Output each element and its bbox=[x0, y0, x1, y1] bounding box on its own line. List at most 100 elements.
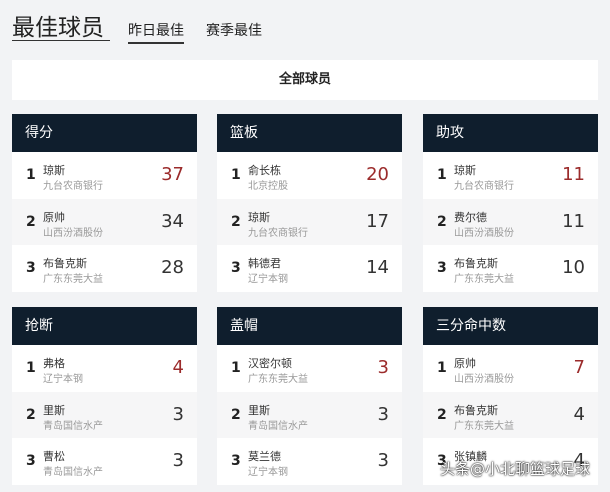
rank: 3 bbox=[231, 453, 241, 470]
rank: 2 bbox=[437, 406, 447, 423]
rank: 1 bbox=[26, 167, 36, 183]
tab-yesterday-best[interactable]: 昨日最佳 bbox=[128, 20, 184, 44]
tab-season-best[interactable]: 赛季最佳 bbox=[206, 20, 262, 40]
card-title: 盖帽 bbox=[217, 307, 402, 345]
team-name: 青岛国信水产 bbox=[43, 467, 103, 479]
player-row[interactable]: 2 里斯 青岛国信水产 3 bbox=[217, 391, 402, 439]
rank: 3 bbox=[26, 260, 36, 277]
stat-value: 4 bbox=[573, 403, 585, 425]
player-row[interactable]: 2 里斯 青岛国信水产 3 bbox=[12, 391, 197, 439]
stat-value: 10 bbox=[562, 257, 585, 279]
team-name: 山西汾酒股份 bbox=[454, 374, 514, 385]
card-title: 助攻 bbox=[423, 114, 598, 152]
player-name[interactable]: 韩德君 bbox=[248, 255, 281, 271]
rank: 1 bbox=[26, 360, 36, 376]
title-underline bbox=[12, 40, 110, 41]
player-name[interactable]: 琼斯 bbox=[248, 209, 270, 225]
card-title: 篮板 bbox=[217, 114, 402, 152]
player-name[interactable]: 琼斯 bbox=[454, 162, 476, 178]
team-name: 辽宁本钢 bbox=[248, 274, 288, 286]
leader-card-assists: 助攻 1 琼斯 九台农商银行 11 2 费尔德 山西汾酒股份 11 3 布鲁克斯… bbox=[423, 114, 598, 293]
player-row[interactable]: 1 汉密尔顿 广东东莞大益 3 bbox=[217, 345, 402, 392]
stat-value: 28 bbox=[161, 257, 184, 279]
card-title: 得分 bbox=[12, 114, 197, 152]
stat-value: 4 bbox=[172, 357, 184, 378]
player-row[interactable]: 1 俞长栋 北京控股 20 bbox=[217, 152, 402, 199]
stat-value: 3 bbox=[377, 357, 389, 378]
team-name: 山西汾酒股份 bbox=[454, 227, 514, 239]
stat-value: 3 bbox=[172, 450, 184, 472]
player-name[interactable]: 里斯 bbox=[248, 402, 270, 418]
player-name[interactable]: 俞长栋 bbox=[248, 162, 281, 178]
stat-value: 3 bbox=[172, 403, 184, 425]
page-title: 最佳球员 bbox=[12, 15, 104, 41]
rank: 1 bbox=[231, 167, 241, 183]
rank: 1 bbox=[231, 360, 241, 376]
team-name: 青岛国信水产 bbox=[43, 420, 103, 432]
rank: 2 bbox=[231, 213, 241, 230]
team-name: 九台农商银行 bbox=[248, 227, 308, 239]
player-name[interactable]: 费尔德 bbox=[454, 209, 487, 225]
stat-value: 11 bbox=[562, 210, 585, 232]
player-name[interactable]: 里斯 bbox=[43, 402, 65, 418]
stat-value: 20 bbox=[366, 164, 389, 185]
player-row[interactable]: 3 韩德君 辽宁本钢 14 bbox=[217, 245, 402, 293]
player-row[interactable]: 3 布鲁克斯 广东东莞大益 28 bbox=[12, 245, 197, 293]
player-row[interactable]: 3 布鲁克斯 广东东莞大益 10 bbox=[423, 245, 598, 293]
team-name: 广东东莞大益 bbox=[454, 274, 514, 286]
player-name[interactable]: 布鲁克斯 bbox=[454, 255, 498, 271]
player-name[interactable]: 汉密尔顿 bbox=[248, 355, 292, 371]
team-name: 广东东莞大益 bbox=[43, 274, 103, 286]
rank: 3 bbox=[26, 453, 36, 470]
leader-card-rebounds: 篮板 1 俞长栋 北京控股 20 2 琼斯 九台农商银行 17 3 韩德君 辽宁… bbox=[217, 114, 402, 293]
all-players-filter[interactable]: 全部球员 bbox=[12, 60, 598, 100]
leader-card-blocks: 盖帽 1 汉密尔顿 广东东莞大益 3 2 里斯 青岛国信水产 3 3 莫兰德 辽… bbox=[217, 307, 402, 486]
rank: 1 bbox=[437, 360, 447, 376]
team-name: 广东东莞大益 bbox=[454, 420, 514, 432]
team-name: 山西汾酒股份 bbox=[43, 227, 103, 239]
team-name: 九台农商银行 bbox=[43, 181, 103, 192]
player-row[interactable]: 1 琼斯 九台农商银行 11 bbox=[423, 152, 598, 199]
rank: 2 bbox=[231, 406, 241, 423]
player-name[interactable]: 布鲁克斯 bbox=[454, 402, 498, 418]
watermark: 头条@小北聊篮球足球 bbox=[440, 460, 591, 478]
team-name: 北京控股 bbox=[248, 181, 288, 192]
rank: 3 bbox=[437, 260, 447, 277]
player-name[interactable]: 原帅 bbox=[454, 355, 476, 371]
leader-card-points: 得分 1 琼斯 九台农商银行 37 2 原帅 山西汾酒股份 34 3 布鲁克斯 … bbox=[12, 114, 197, 293]
card-title: 三分命中数 bbox=[423, 307, 598, 345]
rank: 1 bbox=[437, 167, 447, 183]
stat-value: 3 bbox=[377, 450, 389, 472]
stat-value: 37 bbox=[161, 164, 184, 185]
team-name: 广东东莞大益 bbox=[248, 374, 308, 385]
team-name: 辽宁本钢 bbox=[43, 374, 83, 385]
player-name[interactable]: 原帅 bbox=[43, 209, 65, 225]
player-row[interactable]: 2 原帅 山西汾酒股份 34 bbox=[12, 198, 197, 246]
player-name[interactable]: 曹松 bbox=[43, 448, 65, 464]
player-row[interactable]: 3 莫兰德 辽宁本钢 3 bbox=[217, 438, 402, 486]
stat-value: 17 bbox=[366, 210, 389, 232]
rank: 3 bbox=[231, 260, 241, 277]
player-row[interactable]: 2 琼斯 九台农商银行 17 bbox=[217, 198, 402, 246]
team-name: 青岛国信水产 bbox=[248, 420, 308, 432]
stat-value: 7 bbox=[573, 357, 585, 378]
player-row[interactable]: 2 费尔德 山西汾酒股份 11 bbox=[423, 198, 598, 246]
leader-card-steals: 抢断 1 弗格 辽宁本钢 4 2 里斯 青岛国信水产 3 3 曹松 青岛国信水产… bbox=[12, 307, 197, 486]
player-name[interactable]: 弗格 bbox=[43, 355, 65, 371]
stat-value: 11 bbox=[562, 164, 585, 185]
player-name[interactable]: 布鲁克斯 bbox=[43, 255, 87, 271]
stat-value: 34 bbox=[161, 210, 184, 232]
team-name: 辽宁本钢 bbox=[248, 467, 288, 479]
team-name: 九台农商银行 bbox=[454, 181, 514, 192]
player-row[interactable]: 1 琼斯 九台农商银行 37 bbox=[12, 152, 197, 199]
player-name[interactable]: 琼斯 bbox=[43, 162, 65, 178]
player-row[interactable]: 3 曹松 青岛国信水产 3 bbox=[12, 438, 197, 486]
card-title: 抢断 bbox=[12, 307, 197, 345]
stat-value: 14 bbox=[366, 257, 389, 279]
rank: 2 bbox=[26, 213, 36, 230]
player-row[interactable]: 2 布鲁克斯 广东东莞大益 4 bbox=[423, 391, 598, 439]
player-row[interactable]: 1 原帅 山西汾酒股份 7 bbox=[423, 345, 598, 392]
player-name[interactable]: 莫兰德 bbox=[248, 448, 281, 464]
player-row[interactable]: 1 弗格 辽宁本钢 4 bbox=[12, 345, 197, 392]
rank: 2 bbox=[26, 406, 36, 423]
